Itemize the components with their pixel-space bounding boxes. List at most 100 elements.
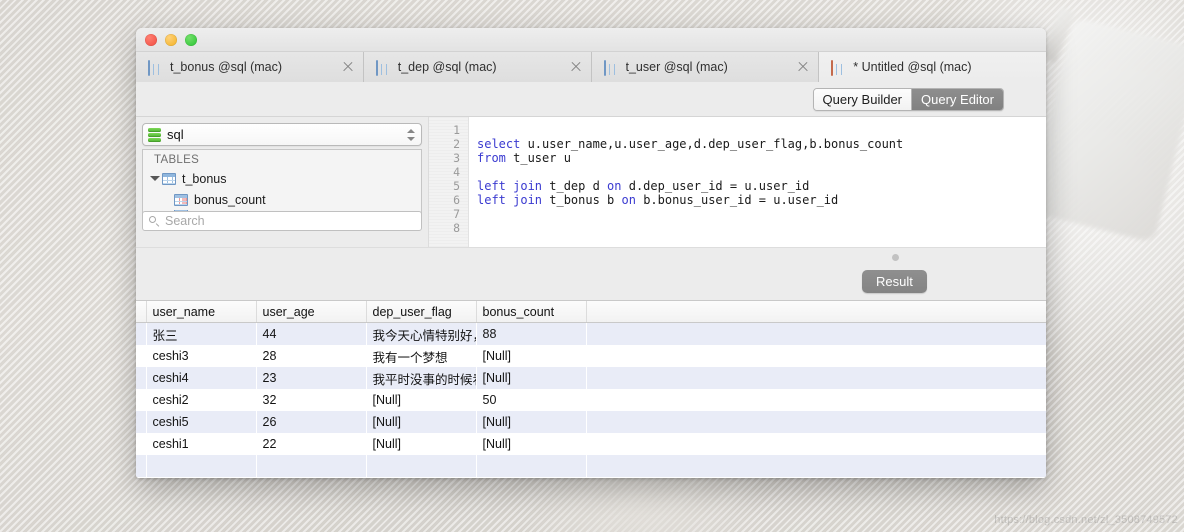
tree-item-t-bonus[interactable]: t_bonus (143, 168, 421, 189)
row-header-gutter (136, 477, 146, 478)
close-icon[interactable] (796, 60, 810, 74)
column-header-dep_user_flag[interactable]: dep_user_flag (366, 301, 477, 323)
sql-identifier: d.dep_user_id = u.user_id (628, 179, 810, 193)
cell-user_name[interactable]: ceshi4 (146, 367, 256, 389)
cell-empty (586, 455, 1046, 477)
table-row[interactable]: ceshi423我平时没事的时候看书[Null] (136, 367, 1046, 389)
sql-identifier: b.bonus_user_id = u.user_id (643, 193, 839, 207)
watermark-text: https://blog.csdn.net/zl_3508749572 (994, 514, 1178, 526)
row-header-gutter (136, 389, 146, 411)
cell-user_name[interactable]: ceshi3 (146, 345, 256, 367)
table-row[interactable]: ceshi1 22 [Null] [Null] (136, 433, 1046, 455)
tab-1[interactable]: t_dep @sql (mac) (363, 52, 592, 82)
table-row[interactable]: ceshi5 26 [Null] [Null] (136, 411, 1046, 433)
query-mode-segmented-control[interactable]: Query Builder Query Editor (812, 87, 1004, 111)
close-window-button[interactable] (145, 33, 157, 46)
close-icon[interactable] (569, 60, 583, 74)
table-column-icon (174, 193, 188, 206)
column-header-user_age[interactable]: user_age (256, 301, 367, 323)
schema-sidebar: sql TABLES t_bonus bonus_count Search (136, 117, 428, 247)
cell-user_age[interactable]: 32 (256, 389, 366, 411)
cell-user_name[interactable]: ceshi5 (146, 411, 256, 433)
pane-resize-handle[interactable] (892, 254, 899, 261)
search-icon (149, 215, 160, 227)
cell-bonus_count[interactable]: [Null] (476, 433, 586, 455)
cell-dep_user_flag[interactable]: 我平时没事的时候看书 (366, 367, 476, 389)
sql-keyword: left join (477, 193, 550, 207)
line-number: 1 (453, 123, 460, 137)
sql-keyword: left join (477, 179, 550, 193)
tab-label: t_user @sql (mac) (625, 60, 728, 74)
cell-user_name[interactable]: ceshi1 (146, 433, 256, 455)
cell-bonus_count[interactable]: [Null] (476, 411, 586, 433)
cell-dep_user_flag[interactable]: [Null] (366, 433, 476, 455)
code-line: left join t_dep d on d.dep_user_id = u.u… (477, 179, 1046, 193)
sql-keyword: on (607, 179, 629, 193)
row-header-gutter (136, 345, 146, 367)
sql-keyword: select (477, 137, 528, 151)
table-row[interactable]: ceshi3 28 我有一个梦想 [Null] (136, 345, 1046, 367)
tab-query-editor[interactable]: Query Editor (911, 88, 1003, 110)
cell-user_age[interactable]: 22 (256, 433, 366, 455)
sql-identifier: u.user_name,u.user_age,d.dep_user_flag,b… (527, 137, 904, 151)
cell-dep_user_flag[interactable]: 我今天心情特别好， (366, 322, 476, 345)
cell-filler (586, 411, 1046, 433)
editor-area: sql TABLES t_bonus bonus_count Search 1 … (136, 117, 1046, 247)
tab-0[interactable]: t_bonus @sql (mac) (136, 52, 364, 82)
sql-code-text[interactable]: select u.user_name,u.user_age,d.dep_user… (469, 117, 1046, 247)
cell-filler (586, 322, 1046, 345)
cell-bonus_count[interactable]: 88 (476, 322, 586, 345)
cell-dep_user_flag[interactable]: [Null] (366, 411, 476, 433)
cell-user_age[interactable]: 44 (256, 322, 366, 345)
column-header-filler (586, 301, 1046, 323)
column-header-user_name[interactable]: user_name (146, 301, 257, 323)
table-row[interactable]: ceshi2 32 [Null] 50 (136, 389, 1046, 411)
cell-bonus_count[interactable]: [Null] (476, 345, 586, 367)
column-header-bonus_count[interactable]: bonus_count (476, 301, 587, 323)
tab-2[interactable]: t_user @sql (mac) (591, 52, 820, 82)
sql-identifier: t_bonus b (549, 193, 622, 207)
close-icon[interactable] (341, 60, 355, 74)
cell-user_name[interactable]: ceshi2 (146, 389, 256, 411)
cell-bonus_count[interactable]: [Null] (476, 367, 586, 389)
cell-user_age[interactable]: 23 (256, 367, 366, 389)
search-input[interactable] (165, 214, 415, 228)
chevron-down-icon[interactable] (149, 173, 160, 184)
cell-dep_user_flag[interactable]: [Null] (366, 389, 476, 411)
schema-search-box[interactable] (142, 211, 422, 231)
cell-empty (256, 455, 366, 477)
cell-user_age[interactable]: 28 (256, 345, 366, 367)
sql-code-editor[interactable]: 12345678 select u.user_name,u.user_age,d… (428, 117, 1046, 247)
cell-filler (586, 433, 1046, 455)
results-grid[interactable]: user_name user_age dep_user_flag bonus_coun… (136, 300, 1046, 478)
tab-3[interactable]: * Untitled @sql (mac) (819, 52, 1046, 82)
tree-item-label: bonus_count (194, 192, 266, 207)
database-selector[interactable]: sql (142, 123, 422, 146)
result-toolbar: Result (136, 247, 1046, 300)
cell-empty (366, 477, 476, 478)
cell-bonus_count[interactable]: 50 (476, 389, 586, 411)
zoom-window-button[interactable] (185, 33, 197, 46)
row-header-gutter (136, 322, 146, 345)
line-number: 2 (453, 137, 460, 151)
result-button[interactable]: Result (862, 270, 927, 293)
row-header-gutter (136, 433, 146, 455)
up-down-stepper-icon[interactable] (406, 128, 416, 142)
cell-user_age[interactable]: 26 (256, 411, 366, 433)
minimize-window-button[interactable] (165, 33, 177, 46)
code-line: from t_user u (477, 151, 1046, 165)
table-row[interactable]: 张三 44 我今天心情特别好， 88 (136, 322, 1046, 345)
tables-tree-panel[interactable]: TABLES t_bonus bonus_count (142, 149, 422, 217)
cell-empty (476, 455, 586, 477)
cell-dep_user_flag[interactable]: 我有一个梦想 (366, 345, 476, 367)
cell-user_name[interactable]: 张三 (146, 322, 256, 345)
database-icon (148, 127, 161, 142)
tree-item-bonus-count[interactable]: bonus_count (143, 189, 421, 210)
cell-empty (146, 455, 256, 477)
tab-label: t_dep @sql (mac) (397, 60, 497, 74)
tab-query-builder[interactable]: Query Builder (813, 88, 912, 110)
line-number: 8 (453, 221, 460, 235)
